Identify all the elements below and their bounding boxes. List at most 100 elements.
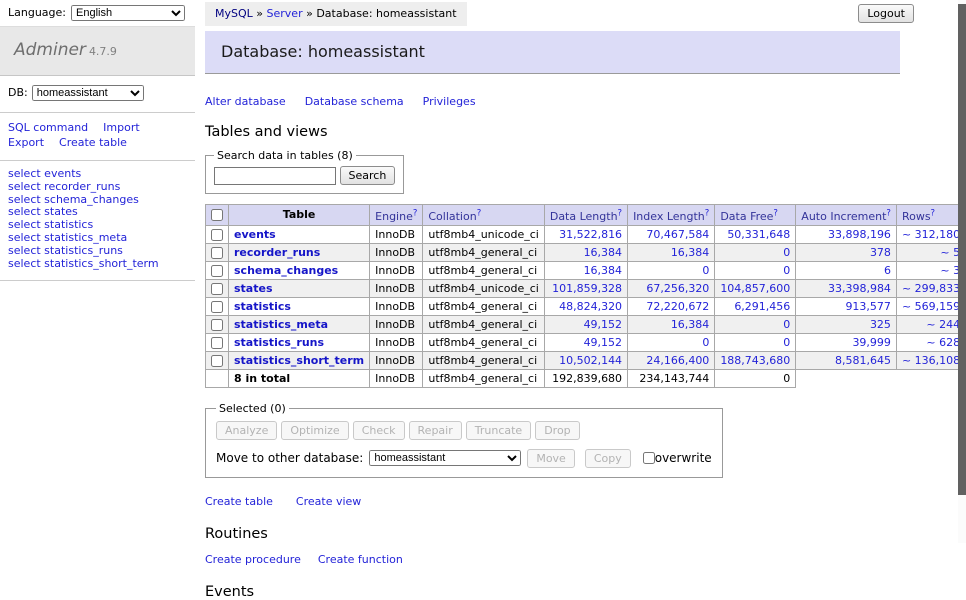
- data-free-link[interactable]: 0: [783, 318, 790, 331]
- table-name-link[interactable]: events: [234, 228, 276, 241]
- row-checkbox[interactable]: [211, 337, 223, 349]
- sidebar-link-create-table[interactable]: Create table: [59, 135, 127, 150]
- privileges-link[interactable]: Privileges: [423, 95, 476, 108]
- language-select[interactable]: English: [71, 5, 185, 21]
- search-button[interactable]: Search: [340, 166, 396, 185]
- row-checkbox[interactable]: [211, 319, 223, 331]
- data-length-link[interactable]: 101,859,328: [552, 282, 622, 295]
- row-checkbox[interactable]: [211, 265, 223, 277]
- index-length-link[interactable]: 16,384: [671, 246, 710, 259]
- rows-link[interactable]: ~ 244: [926, 318, 960, 331]
- data-length-link[interactable]: 49,152: [584, 318, 623, 331]
- rows-link[interactable]: ~ 312,180: [902, 228, 960, 241]
- auto-increment-link[interactable]: 913,577: [845, 300, 891, 313]
- auto-increment-link[interactable]: 8,581,645: [835, 354, 891, 367]
- auto-increment-link[interactable]: 378: [870, 246, 891, 259]
- search-input[interactable]: [214, 167, 336, 185]
- rows-link[interactable]: ~ 628: [926, 336, 960, 349]
- auto-increment-link[interactable]: 39,999: [852, 336, 891, 349]
- data-free-link[interactable]: 188,743,680: [720, 354, 790, 367]
- check-button[interactable]: Check: [353, 421, 405, 440]
- rows-link[interactable]: ~ 136,108: [902, 354, 960, 367]
- auto-increment-link[interactable]: 33,898,196: [828, 228, 891, 241]
- table-name-link[interactable]: schema_changes: [234, 264, 338, 277]
- rows-link[interactable]: ~ 299,833: [902, 282, 960, 295]
- create-view-link[interactable]: Create view: [296, 495, 361, 508]
- auto-increment-link[interactable]: 325: [870, 318, 891, 331]
- breadcrumb-server-link[interactable]: Server: [267, 7, 303, 20]
- select-all-checkbox[interactable]: [211, 209, 223, 221]
- move-database-select[interactable]: homeassistant: [369, 450, 521, 466]
- data-free-link[interactable]: 50,331,648: [727, 228, 790, 241]
- scrollbar-thumb[interactable]: [958, 4, 966, 495]
- overwrite-checkbox[interactable]: [643, 452, 655, 464]
- data-free-link[interactable]: 104,857,600: [720, 282, 790, 295]
- index-length-link[interactable]: 70,467,584: [646, 228, 709, 241]
- data-free-cell: 0: [715, 243, 796, 261]
- sidebar-item-select-statistics-meta[interactable]: select statistics_meta: [8, 232, 187, 245]
- sidebar-item-select-events[interactable]: select events: [8, 168, 187, 181]
- index-length-link[interactable]: 0: [702, 336, 709, 349]
- table-name-link[interactable]: states: [234, 282, 273, 295]
- optimize-button[interactable]: Optimize: [281, 421, 348, 440]
- help-icon[interactable]: ?: [931, 208, 936, 218]
- auto-increment-link[interactable]: 6: [884, 264, 891, 277]
- table-name-link[interactable]: statistics: [234, 300, 291, 313]
- database-schema-link[interactable]: Database schema: [305, 95, 404, 108]
- index-length-link[interactable]: 0: [702, 264, 709, 277]
- data-free-link[interactable]: 0: [783, 246, 790, 259]
- analyze-button[interactable]: Analyze: [216, 421, 277, 440]
- help-icon[interactable]: ?: [413, 208, 418, 218]
- create-procedure-link[interactable]: Create procedure: [205, 553, 301, 566]
- logout-button[interactable]: Logout: [858, 4, 914, 23]
- sidebar-link-sql-command[interactable]: SQL command: [8, 120, 88, 135]
- sidebar-link-export[interactable]: Export: [8, 135, 44, 150]
- row-checkbox[interactable]: [211, 355, 223, 367]
- index-length-link[interactable]: 67,256,320: [646, 282, 709, 295]
- sidebar-item-select-statistics-short-term[interactable]: select statistics_short_term: [8, 258, 187, 271]
- vertical-scrollbar[interactable]: [958, 0, 966, 543]
- data-free-link[interactable]: 0: [783, 336, 790, 349]
- breadcrumb-mysql-link[interactable]: MySQL: [215, 7, 253, 20]
- data-free-link[interactable]: 0: [783, 264, 790, 277]
- index-length-link[interactable]: 72,220,672: [646, 300, 709, 313]
- db-select[interactable]: homeassistant: [32, 85, 144, 101]
- table-name-link[interactable]: recorder_runs: [234, 246, 320, 259]
- move-button[interactable]: Move: [527, 449, 575, 468]
- collation-cell: utf8mb4_general_ci: [423, 351, 544, 369]
- table-name-link[interactable]: statistics_meta: [234, 318, 328, 331]
- table-name-link[interactable]: statistics_short_term: [234, 354, 364, 367]
- help-icon[interactable]: ?: [886, 208, 891, 218]
- index-length-link[interactable]: 24,166,400: [646, 354, 709, 367]
- row-checkbox[interactable]: [211, 283, 223, 295]
- create-function-link[interactable]: Create function: [318, 553, 403, 566]
- data-length-link[interactable]: 10,502,144: [559, 354, 622, 367]
- data-length-link[interactable]: 49,152: [584, 336, 623, 349]
- table-name-link[interactable]: statistics_runs: [234, 336, 324, 349]
- row-checkbox[interactable]: [211, 301, 223, 313]
- create-table-link[interactable]: Create table: [205, 495, 273, 508]
- data-length-link[interactable]: 48,824,320: [559, 300, 622, 313]
- sidebar-item-select-recorder-runs[interactable]: select recorder_runs: [8, 181, 187, 194]
- auto-increment-link[interactable]: 33,398,984: [828, 282, 891, 295]
- data-free-link[interactable]: 6,291,456: [734, 300, 790, 313]
- sidebar-item-select-statistics-runs[interactable]: select statistics_runs: [8, 245, 187, 258]
- data-length-link[interactable]: 31,522,816: [559, 228, 622, 241]
- index-length-link[interactable]: 16,384: [671, 318, 710, 331]
- rows-link[interactable]: ~ 569,159: [902, 300, 960, 313]
- row-checkbox[interactable]: [211, 229, 223, 241]
- help-icon[interactable]: ?: [773, 208, 778, 218]
- alter-database-link[interactable]: Alter database: [205, 95, 286, 108]
- help-icon[interactable]: ?: [477, 208, 482, 218]
- truncate-button[interactable]: Truncate: [466, 421, 531, 440]
- sidebar-link-import[interactable]: Import: [103, 120, 140, 135]
- data-length-link[interactable]: 16,384: [584, 264, 623, 277]
- help-icon[interactable]: ?: [618, 208, 623, 218]
- auto-increment-cell: 8,581,645: [796, 351, 897, 369]
- repair-button[interactable]: Repair: [409, 421, 462, 440]
- drop-button[interactable]: Drop: [535, 421, 579, 440]
- help-icon[interactable]: ?: [705, 208, 710, 218]
- data-length-link[interactable]: 16,384: [584, 246, 623, 259]
- copy-button[interactable]: Copy: [585, 449, 631, 468]
- row-checkbox[interactable]: [211, 247, 223, 259]
